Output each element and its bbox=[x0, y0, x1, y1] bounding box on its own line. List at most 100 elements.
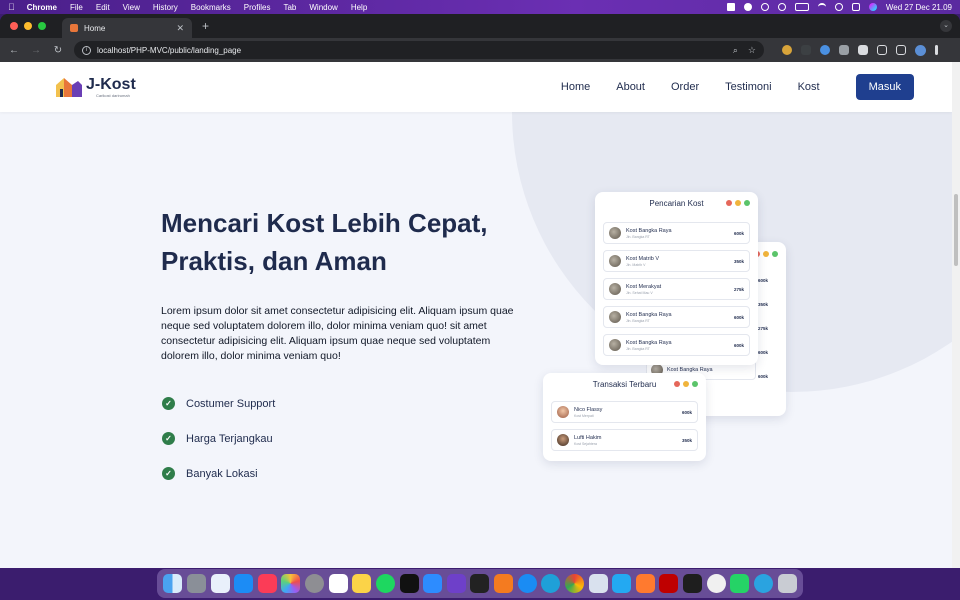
check-icon: ✓ bbox=[162, 467, 175, 480]
app-store-icon[interactable] bbox=[234, 574, 254, 593]
kebab-menu-icon[interactable] bbox=[935, 45, 938, 55]
transaction-price: 600k bbox=[681, 409, 692, 415]
table-row[interactable]: Kost Bangka Raya Jln. Bangka RT 600k bbox=[603, 334, 750, 356]
logo-subtitle: Carikost darirumah bbox=[96, 92, 130, 98]
table-row[interactable]: Kost Merakyat Jln. Sehat Mau V 275k bbox=[603, 278, 750, 300]
app-icon[interactable] bbox=[588, 574, 608, 593]
nav-kost[interactable]: Kost bbox=[798, 81, 820, 93]
nav-order[interactable]: Order bbox=[671, 81, 699, 93]
menu-help[interactable]: Help bbox=[351, 3, 367, 12]
menu-bookmarks[interactable]: Bookmarks bbox=[191, 3, 231, 12]
notes-icon[interactable] bbox=[352, 574, 372, 593]
battery-icon[interactable] bbox=[794, 3, 809, 11]
transaction-card: Transaksi Terbaru Nico Flassy Kost Merpat… bbox=[543, 373, 706, 461]
forward-icon[interactable]: → bbox=[30, 45, 42, 56]
table-row[interactable]: Kost Bangka Raya Jln. Bangka RT 600k bbox=[603, 222, 750, 244]
menu-file[interactable]: File bbox=[70, 3, 83, 12]
apple-tv-icon[interactable] bbox=[399, 574, 419, 593]
bookmark-star-icon[interactable]: ☆ bbox=[748, 45, 756, 56]
extension-icon[interactable] bbox=[858, 45, 868, 55]
spotify-icon[interactable] bbox=[375, 574, 395, 593]
menu-profiles[interactable]: Profiles bbox=[244, 3, 271, 12]
siri-icon[interactable] bbox=[868, 3, 877, 11]
safari-browser-icon[interactable] bbox=[517, 574, 537, 593]
wifi-icon[interactable] bbox=[817, 3, 826, 11]
cloud-icon[interactable] bbox=[743, 3, 752, 11]
page-scrollbar[interactable] bbox=[952, 62, 960, 568]
kost-address: Jln. Sehat Mau V bbox=[626, 290, 653, 295]
finder-icon[interactable] bbox=[163, 574, 183, 593]
telegram-icon[interactable] bbox=[753, 574, 773, 593]
close-icon[interactable]: ✕ bbox=[176, 23, 184, 34]
photos-icon[interactable] bbox=[281, 574, 301, 593]
eyedropper-icon[interactable] bbox=[839, 45, 849, 55]
table-row[interactable]: Lufti Hakim Kost Sejahtera 350k bbox=[551, 429, 698, 451]
kost-address: Jln. Bangka RT bbox=[626, 318, 650, 323]
music-icon[interactable] bbox=[257, 574, 277, 593]
menu-tab[interactable]: Tab bbox=[283, 3, 296, 12]
clock[interactable]: Wed 27 Dec 21.09 bbox=[886, 3, 952, 12]
whatsapp-icon[interactable] bbox=[730, 574, 750, 593]
chrome-icon[interactable] bbox=[564, 574, 584, 593]
xampp-icon[interactable] bbox=[494, 574, 514, 593]
extension-icon[interactable] bbox=[801, 45, 811, 55]
back-icon[interactable]: ← bbox=[8, 45, 20, 56]
settings-icon[interactable] bbox=[305, 574, 325, 593]
figma-icon[interactable] bbox=[683, 574, 703, 593]
extension-icon[interactable] bbox=[820, 45, 830, 55]
minimize-window-button[interactable] bbox=[24, 22, 32, 30]
table-row[interactable]: Kost Bangka Raya Jln. Bangka RT 600k bbox=[603, 306, 750, 328]
card-header: Transaksi Terbaru bbox=[543, 373, 706, 395]
trash-icon[interactable] bbox=[777, 574, 797, 593]
edge-icon[interactable] bbox=[541, 574, 561, 593]
close-window-button[interactable] bbox=[10, 22, 18, 30]
back-price: 600k bbox=[758, 350, 769, 355]
zoom-icon[interactable] bbox=[423, 574, 443, 593]
new-tab-icon[interactable]: + bbox=[202, 19, 209, 33]
kost-price: 275k bbox=[733, 286, 744, 292]
nav-testimoni[interactable]: Testimoni bbox=[725, 81, 771, 93]
menu-view[interactable]: View bbox=[123, 3, 140, 12]
chatgpt-icon[interactable] bbox=[706, 574, 726, 593]
safari-icon[interactable] bbox=[210, 574, 230, 593]
status-icon[interactable] bbox=[726, 3, 735, 11]
zoom-window-button[interactable] bbox=[38, 22, 46, 30]
menu-window[interactable]: Window bbox=[309, 3, 337, 12]
puzzle-icon[interactable] bbox=[877, 45, 887, 55]
table-row[interactable]: Kost Matrib V Jln. Matrib V 350k bbox=[603, 250, 750, 272]
kost-name: Kost Bangka Raya bbox=[626, 227, 672, 234]
vscode-icon[interactable] bbox=[612, 574, 632, 593]
table-row[interactable]: Nico Flassy Kost Merpati 600k bbox=[551, 401, 698, 423]
site-logo[interactable]: J-Kost Carikost darirumah bbox=[56, 76, 136, 98]
terminal-icon[interactable] bbox=[470, 574, 490, 593]
filezilla-icon[interactable] bbox=[659, 574, 679, 593]
menu-edit[interactable]: Edit bbox=[96, 3, 110, 12]
nav-about[interactable]: About bbox=[616, 81, 645, 93]
reload-icon[interactable]: ↻ bbox=[52, 45, 64, 56]
browser-tab[interactable]: Home ✕ bbox=[62, 18, 192, 38]
omnibox-actions: ⌕ ☆ bbox=[733, 45, 756, 56]
scrollbar-thumb[interactable] bbox=[954, 194, 958, 266]
site-info-icon[interactable]: i bbox=[82, 45, 91, 55]
profile-avatar[interactable] bbox=[915, 44, 926, 56]
play-icon[interactable] bbox=[777, 3, 786, 11]
url-text[interactable]: localhost/PHP-MVC/public/landing_page bbox=[97, 46, 241, 55]
github-icon[interactable] bbox=[446, 574, 466, 593]
extension-icon[interactable] bbox=[782, 45, 792, 55]
control-center-icon[interactable] bbox=[851, 3, 860, 11]
menu-history[interactable]: History bbox=[153, 3, 178, 12]
menu-app-name[interactable]: Chrome bbox=[27, 3, 57, 12]
github-icon[interactable] bbox=[760, 3, 769, 11]
search-icon[interactable] bbox=[834, 3, 843, 11]
apple-icon[interactable]:  bbox=[8, 2, 15, 12]
sublime-icon[interactable] bbox=[635, 574, 655, 593]
masuk-button[interactable]: Masuk bbox=[855, 74, 914, 100]
zoom-icon[interactable]: ⌕ bbox=[733, 45, 738, 56]
address-bar[interactable]: i localhost/PHP-MVC/public/landing_page … bbox=[74, 41, 764, 59]
transaction-price: 350k bbox=[681, 437, 692, 443]
reminders-icon[interactable] bbox=[328, 574, 348, 593]
launchpad-icon[interactable] bbox=[186, 574, 206, 593]
sidepanel-icon[interactable] bbox=[896, 45, 906, 55]
chevron-down-icon[interactable]: ⌄ bbox=[940, 20, 952, 32]
nav-home[interactable]: Home bbox=[561, 81, 590, 93]
